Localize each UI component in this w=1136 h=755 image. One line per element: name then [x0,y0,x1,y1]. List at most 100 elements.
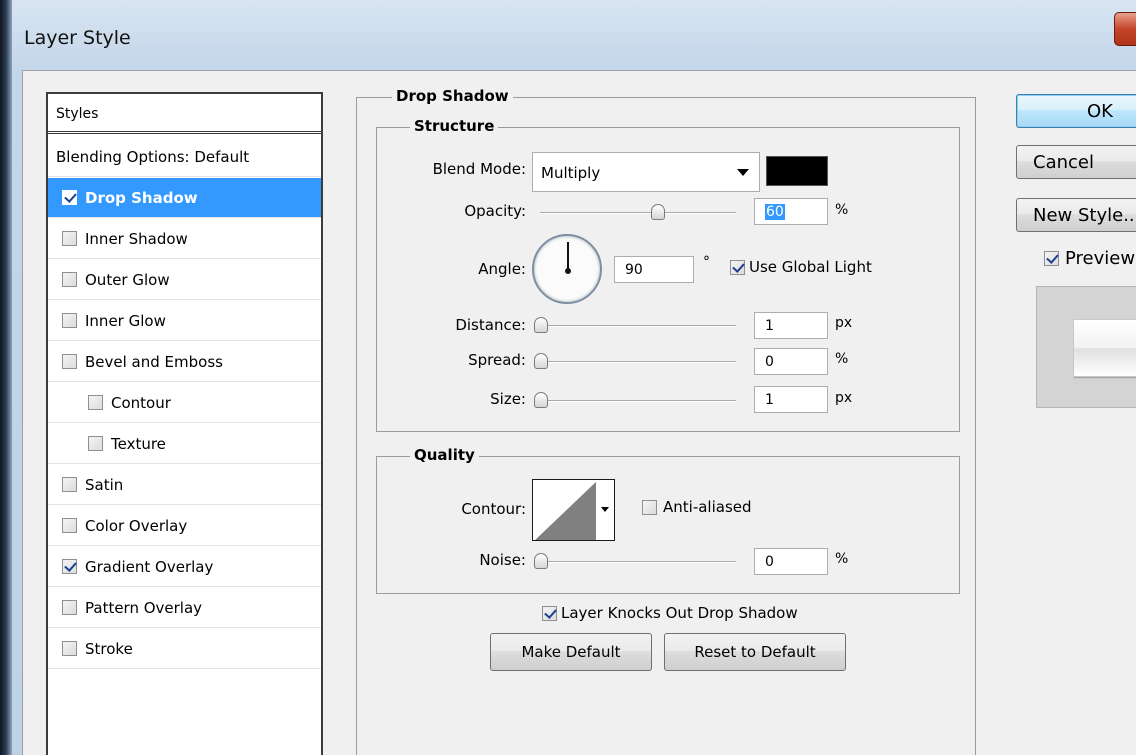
distance-slider-thumb[interactable] [534,317,548,333]
noise-input[interactable]: 0 [754,548,828,575]
style-item-inner-glow[interactable]: Inner Glow [48,301,321,341]
style-item-label: Contour [111,393,171,412]
checkbox-icon[interactable] [62,190,77,205]
anti-aliased-label: Anti-aliased [663,498,752,516]
checkbox-icon [542,605,557,621]
quality-group [376,456,960,594]
size-slider-thumb[interactable] [534,392,548,408]
spread-slider-thumb[interactable] [534,353,548,369]
new-style-label: New Style... [1033,204,1136,226]
spread-value: 0 [765,354,774,370]
checkbox-icon [730,259,745,275]
style-item-label: Color Overlay [85,516,188,535]
style-item-satin[interactable]: Satin [48,465,321,505]
checkbox-icon[interactable] [88,436,103,451]
checkbox-icon[interactable] [88,395,103,410]
opacity-label: Opacity: [464,202,526,220]
checkbox-icon[interactable] [62,518,77,533]
checkbox-icon[interactable] [62,231,77,246]
style-item-label: Outer Glow [85,270,170,289]
distance-label: Distance: [455,316,526,334]
blend-mode-label: Blend Mode: [432,160,526,178]
spread-label: Spread: [468,351,526,369]
quality-title: Quality [410,446,479,464]
checkbox-icon[interactable] [62,313,77,328]
angle-center [565,268,571,274]
checkbox-icon[interactable] [62,559,77,574]
ok-button[interactable]: OK [1016,94,1136,128]
style-item-label: Drop Shadow [85,188,198,207]
chevron-down-icon [737,169,749,176]
size-unit: px [835,390,853,406]
noise-unit: % [835,551,849,567]
noise-slider-thumb[interactable] [534,553,548,569]
preview-checkbox[interactable]: Preview [1044,248,1135,269]
noise-slider-track[interactable] [540,561,736,563]
contour-preview[interactable] [532,479,597,541]
checkbox-icon[interactable] [62,272,77,287]
spread-unit: % [835,351,849,367]
opacity-value: 60 [765,204,785,220]
style-item-texture[interactable]: Texture [48,424,321,464]
style-item-drop-shadow[interactable]: Drop Shadow [48,178,321,218]
checkbox-icon[interactable] [62,600,77,615]
checkbox-icon[interactable] [62,354,77,369]
distance-unit: px [835,315,853,331]
structure-title: Structure [410,117,499,135]
distance-slider-track[interactable] [540,325,736,327]
spread-input[interactable]: 0 [754,348,828,375]
opacity-slider-track[interactable] [540,212,736,214]
angle-unit: ° [703,254,710,270]
size-slider-track[interactable] [540,400,736,402]
distance-input[interactable]: 1 [754,312,828,339]
window-title: Layer Style [24,27,131,49]
style-item-label: Inner Glow [85,311,166,330]
opacity-input[interactable]: 60 [754,198,828,225]
styles-header[interactable]: Styles [48,94,321,134]
checkbox-icon[interactable] [62,641,77,656]
checkbox-icon [1044,251,1059,266]
opacity-slider-thumb[interactable] [650,204,665,220]
style-item-label: Inner Shadow [85,229,188,248]
preview-label: Preview [1065,248,1136,269]
style-item-label: Gradient Overlay [85,557,214,576]
blend-mode-select[interactable]: Multiply [532,152,760,192]
checkbox-icon [642,499,657,515]
style-item-outer-glow[interactable]: Outer Glow [48,260,321,300]
anti-aliased-checkbox[interactable]: Anti-aliased [642,498,752,516]
size-label: Size: [490,390,526,408]
style-item-pattern-overlay[interactable]: Pattern Overlay [48,588,321,628]
style-item-label: Stroke [85,639,133,658]
style-item-stroke[interactable]: Stroke [48,629,321,669]
style-item-color-overlay[interactable]: Color Overlay [48,506,321,546]
style-item-inner-shadow[interactable]: Inner Shadow [48,219,321,259]
angle-input[interactable]: 90 [614,256,694,283]
shadow-color-swatch[interactable] [766,156,828,186]
preview-swatch [1073,319,1136,377]
blending-options-item[interactable]: Blending Options: Default [48,137,321,177]
cancel-label: Cancel [1033,151,1094,173]
style-item-label: Satin [85,475,124,494]
style-item-contour[interactable]: Contour [48,383,321,423]
noise-label: Noise: [479,551,526,569]
angle-needle [567,242,569,271]
size-value: 1 [765,392,774,408]
reset-to-default-button[interactable]: Reset to Default [664,633,846,671]
style-item-bevel-and-emboss[interactable]: Bevel and Emboss [48,342,321,382]
make-default-button[interactable]: Make Default [490,633,652,671]
spread-slider-track[interactable] [540,361,736,363]
style-item-gradient-overlay[interactable]: Gradient Overlay [48,547,321,587]
new-style-button[interactable]: New Style... [1016,198,1136,232]
contour-dropdown[interactable] [596,479,615,541]
contour-label: Contour: [461,500,526,518]
angle-dial[interactable] [532,234,602,304]
checkbox-icon[interactable] [62,477,77,492]
cancel-button[interactable]: Cancel [1016,145,1136,179]
close-button[interactable] [1114,12,1136,46]
use-global-light-checkbox[interactable]: Use Global Light [730,258,872,276]
size-input[interactable]: 1 [754,386,828,413]
style-preview [1036,286,1136,408]
contour-curve-icon [535,481,596,540]
styles-list: Styles Blending Options: Default Drop Sh… [46,92,323,755]
layer-knocks-out-checkbox[interactable]: Layer Knocks Out Drop Shadow [542,604,798,622]
